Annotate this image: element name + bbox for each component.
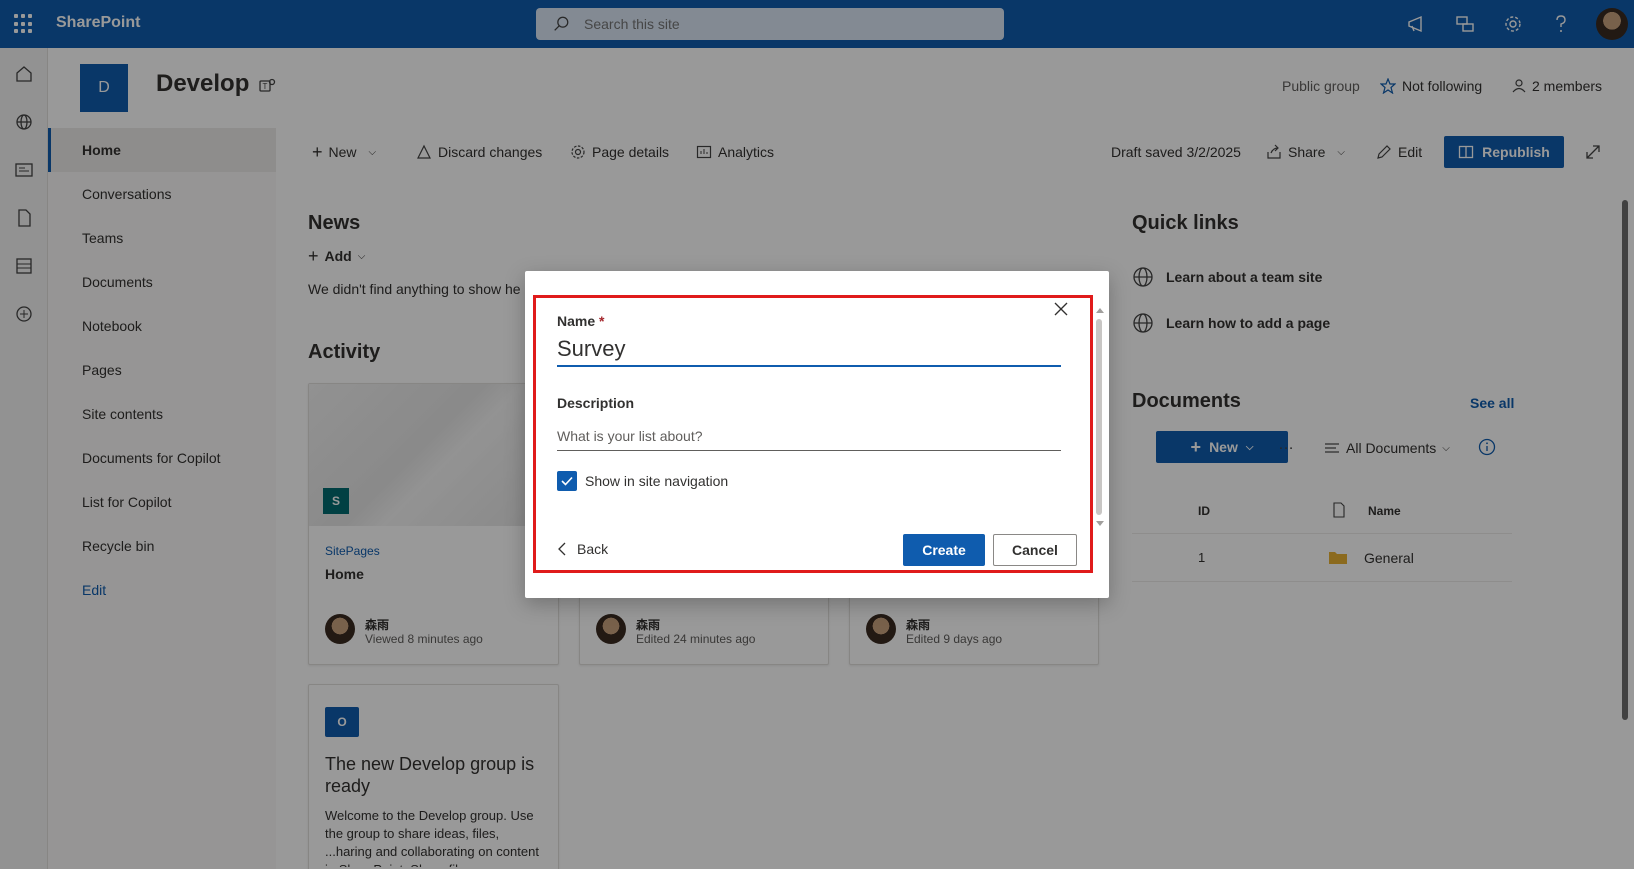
required-marker: * bbox=[599, 313, 605, 329]
cancel-button[interactable]: Cancel bbox=[993, 534, 1077, 566]
scroll-down-icon[interactable] bbox=[1096, 519, 1104, 527]
chevron-left-icon bbox=[558, 542, 566, 556]
dialog-scrollbar[interactable] bbox=[1096, 307, 1104, 527]
name-field[interactable] bbox=[557, 333, 1061, 367]
description-label: Description bbox=[557, 395, 635, 411]
create-list-dialog: Name * Description Show in site navigati… bbox=[525, 271, 1109, 598]
back-button[interactable]: Back bbox=[557, 541, 608, 557]
name-label: Name * bbox=[557, 313, 605, 329]
description-field[interactable] bbox=[557, 421, 1061, 451]
close-icon[interactable] bbox=[1053, 301, 1069, 317]
show-in-navigation-label[interactable]: Show in site navigation bbox=[585, 473, 728, 489]
checkmark-icon bbox=[561, 476, 573, 486]
scroll-up-icon[interactable] bbox=[1096, 307, 1104, 315]
show-in-navigation-checkbox[interactable] bbox=[557, 471, 577, 491]
create-button[interactable]: Create bbox=[903, 534, 985, 566]
